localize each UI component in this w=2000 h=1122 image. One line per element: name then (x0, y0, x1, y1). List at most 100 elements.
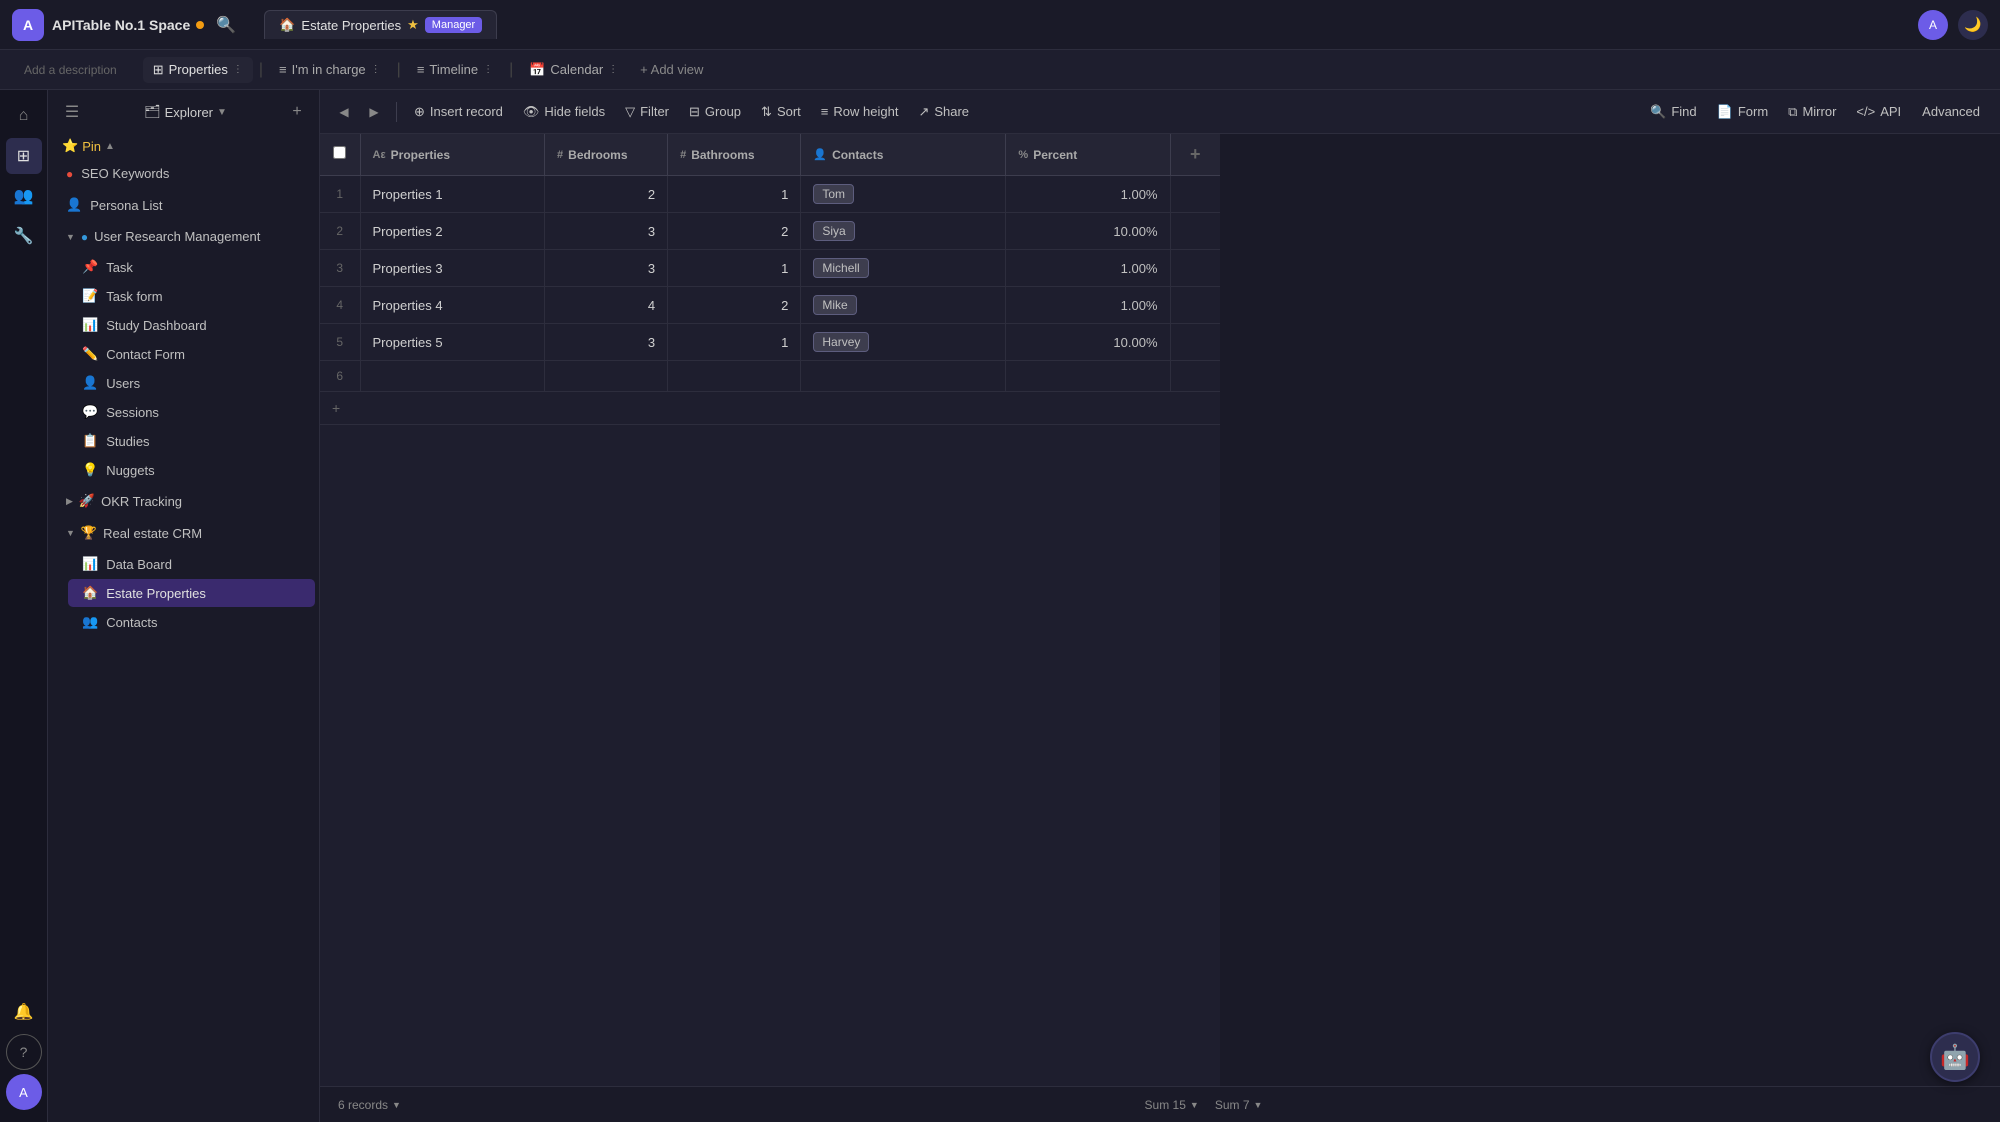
sidebar-item-study-dashboard[interactable]: 📊 Study Dashboard (68, 311, 315, 339)
table-row[interactable]: 5Properties 531Harvey10.00% (320, 324, 1220, 361)
cell-contacts[interactable] (801, 361, 1006, 392)
cell-properties[interactable]: Properties 5 (360, 324, 545, 361)
cell-bedrooms[interactable]: 3 (545, 250, 668, 287)
sidebar-item-users[interactable]: 👤 Users (68, 369, 315, 397)
filter-btn[interactable]: ▽ Filter (616, 99, 678, 125)
sum-bedrooms[interactable]: Sum 15 ▼ (1137, 1094, 1207, 1116)
cell-percent[interactable]: 10.00% (1006, 324, 1170, 361)
sidebar-item-studies[interactable]: 📋 Studies (68, 427, 315, 455)
sidebar-group-user-research[interactable]: ▼ ● User Research Management (52, 222, 315, 251)
add-row-btn[interactable]: + (320, 392, 1220, 425)
left-nav-tools[interactable]: 🔧 (6, 218, 42, 254)
cell-percent[interactable]: 1.00% (1006, 287, 1170, 324)
add-item-btn[interactable]: + (285, 100, 309, 124)
cell-contacts[interactable]: Harvey (801, 324, 1006, 361)
cell-properties[interactable]: Properties 1 (360, 176, 545, 213)
col-header-properties[interactable]: Aε Properties (360, 134, 545, 176)
group-btn[interactable]: ⊟ Group (680, 99, 750, 125)
table-row[interactable]: 4Properties 442Mike1.00% (320, 287, 1220, 324)
add-column-btn[interactable]: + (1170, 134, 1220, 176)
tab-im-in-charge[interactable]: ≡ I'm in charge ⋮ (269, 57, 391, 82)
cell-bedrooms[interactable]: 3 (545, 213, 668, 250)
cell-bathrooms[interactable]: 2 (668, 213, 801, 250)
add-view-button[interactable]: + Add view (630, 57, 713, 82)
sidebar-item-contacts[interactable]: 👥 Contacts (68, 608, 315, 636)
cell-bathrooms[interactable]: 1 (668, 176, 801, 213)
left-nav-home[interactable]: ⌂ (6, 98, 42, 134)
row-height-btn[interactable]: ≡ Row height (812, 99, 908, 124)
bot-icon[interactable]: 🤖 (1930, 1032, 1980, 1082)
left-nav-table[interactable]: ⊞ (6, 138, 42, 174)
col-header-bathrooms[interactable]: # Bathrooms (668, 134, 801, 176)
cell-bathrooms[interactable]: 1 (668, 250, 801, 287)
cell-percent[interactable]: 1.00% (1006, 176, 1170, 213)
cell-contacts[interactable]: Mike (801, 287, 1006, 324)
sidebar-item-sessions[interactable]: 💬 Sessions (68, 398, 315, 426)
explorer-label[interactable]: 🗂 Explorer ▼ (144, 104, 227, 120)
timeline-tab-more[interactable]: ⋮ (483, 64, 493, 75)
current-table-tab[interactable]: 🏠 Estate Properties ★ Manager (264, 10, 497, 39)
table-row[interactable]: 3Properties 331Michell1.00% (320, 250, 1220, 287)
charge-tab-more[interactable]: ⋮ (371, 64, 381, 75)
cell-bedrooms[interactable] (545, 361, 668, 392)
cell-contacts[interactable]: Siya (801, 213, 1006, 250)
cell-bedrooms[interactable]: 2 (545, 176, 668, 213)
tab-calendar[interactable]: 📅 Calendar ⋮ (519, 57, 628, 83)
records-count[interactable]: 6 records ▼ (330, 1094, 409, 1116)
cell-properties[interactable]: Properties 4 (360, 287, 545, 324)
sidebar-item-data-board[interactable]: 📊 Data Board (68, 550, 315, 578)
cell-bathrooms[interactable]: 1 (668, 324, 801, 361)
cell-properties[interactable]: Properties 2 (360, 213, 545, 250)
sidebar-item-nuggets[interactable]: 💡 Nuggets (68, 456, 315, 484)
sidebar-item-seo[interactable]: ● SEO Keywords (52, 159, 315, 188)
sidebar-item-contact-form[interactable]: ✏️ Contact Form (68, 340, 315, 368)
col-header-contacts[interactable]: 👤 Contacts (801, 134, 1006, 176)
cell-bathrooms[interactable]: 2 (668, 287, 801, 324)
col-header-bedrooms[interactable]: # Bedrooms (545, 134, 668, 176)
hide-fields-btn[interactable]: 👁 Hide fields (514, 99, 614, 125)
share-btn[interactable]: ↗ Share (909, 99, 978, 125)
left-nav-people[interactable]: 👥 (6, 178, 42, 214)
table-row[interactable]: 1Properties 121Tom1.00% (320, 176, 1220, 213)
toggle-sidebar-btn[interactable]: ☰ (58, 98, 86, 126)
sidebar-item-persona[interactable]: 👤 Persona List (52, 190, 315, 220)
left-nav-help[interactable]: ? (6, 1034, 42, 1070)
sidebar-item-estate-properties[interactable]: 🏠 Estate Properties (68, 579, 315, 607)
cell-percent[interactable] (1006, 361, 1170, 392)
search-button[interactable]: 🔍 (212, 11, 240, 39)
insert-record-btn[interactable]: ⊕ Insert record (405, 99, 512, 125)
advanced-btn[interactable]: Advanced (1912, 99, 1990, 124)
sum-bathrooms[interactable]: Sum 7 ▼ (1207, 1094, 1271, 1116)
cell-properties[interactable] (360, 361, 545, 392)
cell-contacts[interactable]: Tom (801, 176, 1006, 213)
properties-tab-more[interactable]: ⋮ (233, 64, 243, 75)
pin-row[interactable]: ⭐ Pin ▲ (48, 134, 319, 158)
cell-contacts[interactable]: Michell (801, 250, 1006, 287)
col-header-percent[interactable]: % Percent (1006, 134, 1170, 176)
sidebar-group-real-estate[interactable]: ▼ 🏆 Real estate CRM (52, 518, 315, 548)
app-logo[interactable]: A (12, 9, 44, 41)
calendar-tab-more[interactable]: ⋮ (608, 64, 618, 75)
form-btn[interactable]: 📄 Form (1708, 99, 1778, 125)
user-avatar[interactable]: A (1918, 10, 1948, 40)
tab-properties[interactable]: ⊞ Properties ⋮ (143, 57, 253, 83)
sidebar-item-task[interactable]: 📌 Task (68, 253, 315, 281)
mirror-btn[interactable]: ⧉ Mirror (1779, 99, 1845, 125)
find-btn[interactable]: 🔍 Find (1641, 99, 1705, 125)
checkbox-header[interactable] (320, 134, 360, 176)
table-row[interactable]: 2Properties 232Siya10.00% (320, 213, 1220, 250)
select-all-checkbox[interactable] (333, 146, 346, 159)
star-icon[interactable]: ★ (407, 17, 419, 33)
add-row-row[interactable]: + (320, 392, 1220, 425)
cell-bedrooms[interactable]: 4 (545, 287, 668, 324)
table-row[interactable]: 6 (320, 361, 1220, 392)
notification-icon[interactable]: 🌙 (1958, 10, 1988, 40)
tab-timeline[interactable]: ≡ Timeline ⋮ (407, 57, 503, 82)
cell-percent[interactable]: 1.00% (1006, 250, 1170, 287)
nav-back-btn[interactable]: ◀ (330, 98, 358, 126)
cell-bathrooms[interactable] (668, 361, 801, 392)
left-nav-avatar[interactable]: A (6, 1074, 42, 1110)
sidebar-group-okr[interactable]: ▶ 🚀 OKR Tracking (52, 486, 315, 516)
sort-btn[interactable]: ⇅ Sort (752, 99, 810, 125)
cell-bedrooms[interactable]: 3 (545, 324, 668, 361)
